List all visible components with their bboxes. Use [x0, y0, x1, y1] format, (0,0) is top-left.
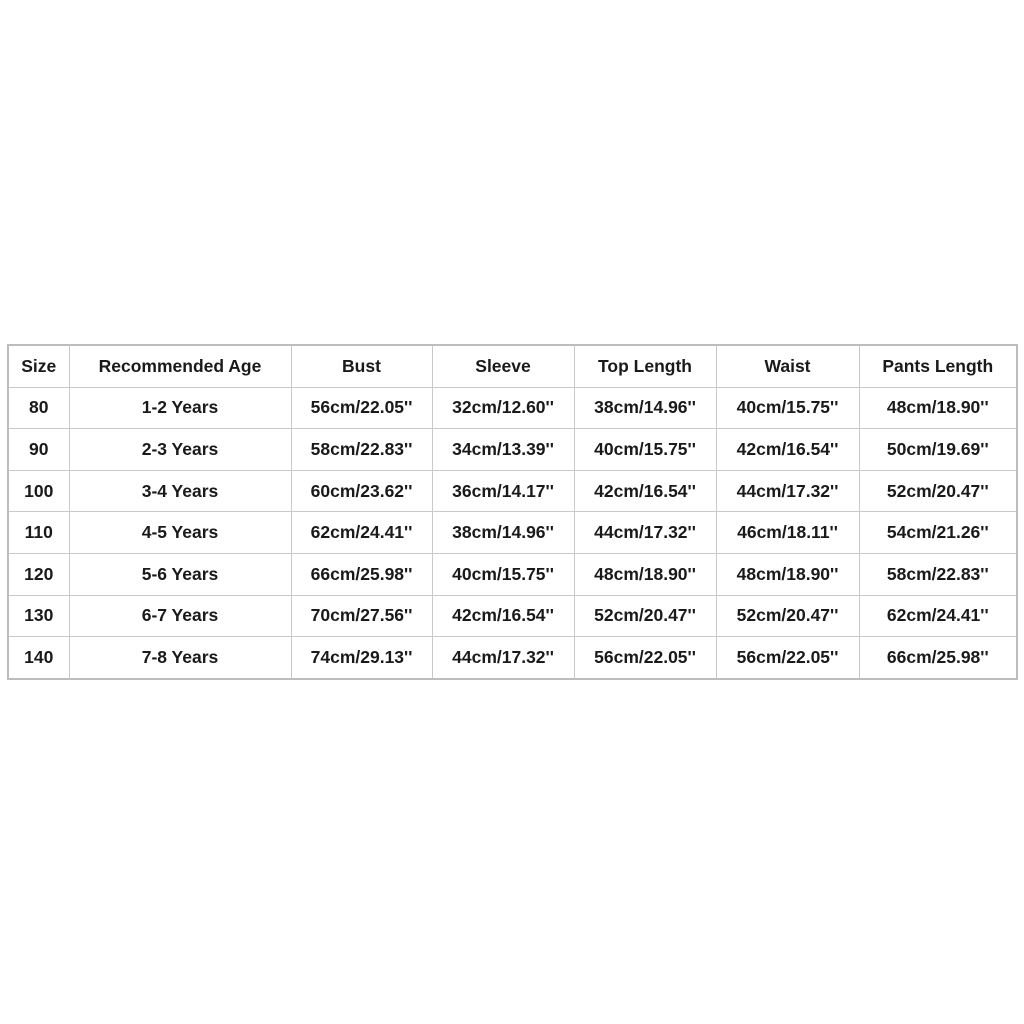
table-row: 130 6-7 Years 70cm/27.56'' 42cm/16.54'' 52cm…: [7, 594, 1018, 638]
table-cell-top-length: 42cm/16.54'': [573, 469, 717, 513]
table-cell-pants-length: 52cm/20.47'': [858, 469, 1018, 513]
column-header-size: Size: [7, 344, 70, 388]
table-cell-top-length: 38cm/14.96'': [573, 386, 717, 430]
table-cell-sleeve: 34cm/13.39'': [431, 428, 575, 471]
table-cell-waist: 42cm/16.54'': [715, 428, 860, 471]
table-cell-top-length: 52cm/20.47'': [573, 594, 717, 638]
table-cell-size: 100: [7, 469, 70, 513]
table-cell-sleeve: 42cm/16.54'': [431, 594, 575, 638]
column-header-sleeve: Sleeve: [431, 344, 575, 388]
column-header-pants-length: Pants Length: [858, 344, 1018, 388]
table-cell-size: 120: [7, 552, 70, 596]
table-row: 90 2-3 Years 58cm/22.83'' 34cm/13.39'' 40cm/…: [7, 428, 1018, 471]
table-cell-size: 130: [7, 594, 70, 638]
table-cell-waist: 44cm/17.32'': [715, 469, 860, 513]
table-header-row: Size Recommended Age Bust Sleeve Top Length W…: [7, 344, 1018, 388]
table-cell-recommended-age: 5-6 Years: [68, 552, 292, 596]
table-cell-bust: 70cm/27.56'': [290, 594, 433, 638]
table-cell-bust: 56cm/22.05'': [290, 386, 433, 430]
table-cell-pants-length: 54cm/21.26'': [858, 511, 1018, 554]
table-cell-size: 140: [7, 636, 70, 680]
table-cell-top-length: 40cm/15.75'': [573, 428, 717, 471]
table-row: 140 7-8 Years 74cm/29.13'' 44cm/17.32'' 56cm…: [7, 636, 1018, 680]
table-cell-recommended-age: 1-2 Years: [68, 386, 292, 430]
table-cell-sleeve: 40cm/15.75'': [431, 552, 575, 596]
table-cell-sleeve: 32cm/12.60'': [431, 386, 575, 430]
table-cell-bust: 62cm/24.41'': [290, 511, 433, 554]
column-header-waist: Waist: [715, 344, 860, 388]
table-cell-pants-length: 62cm/24.41'': [858, 594, 1018, 638]
table-cell-pants-length: 50cm/19.69'': [858, 428, 1018, 471]
table-cell-top-length: 44cm/17.32'': [573, 511, 717, 554]
table-cell-recommended-age: 3-4 Years: [68, 469, 292, 513]
column-header-recommended-age: Recommended Age: [68, 344, 292, 388]
table-cell-pants-length: 66cm/25.98'': [858, 636, 1018, 680]
table-cell-waist: 52cm/20.47'': [715, 594, 860, 638]
table-cell-waist: 56cm/22.05'': [715, 636, 860, 680]
table-cell-recommended-age: 6-7 Years: [68, 594, 292, 638]
table-cell-waist: 40cm/15.75'': [715, 386, 860, 430]
table-cell-sleeve: 38cm/14.96'': [431, 511, 575, 554]
table-cell-top-length: 56cm/22.05'': [573, 636, 717, 680]
table-cell-recommended-age: 2-3 Years: [68, 428, 292, 471]
table-cell-sleeve: 44cm/17.32'': [431, 636, 575, 680]
table-cell-bust: 74cm/29.13'': [290, 636, 433, 680]
table-cell-waist: 46cm/18.11'': [715, 511, 860, 554]
table-cell-bust: 60cm/23.62'': [290, 469, 433, 513]
table-cell-bust: 58cm/22.83'': [290, 428, 433, 471]
table-cell-sleeve: 36cm/14.17'': [431, 469, 575, 513]
table-cell-size: 80: [7, 386, 70, 430]
column-header-bust: Bust: [290, 344, 433, 388]
table-cell-size: 90: [7, 428, 70, 471]
table-row: 110 4-5 Years 62cm/24.41'' 38cm/14.96'' 44cm…: [7, 511, 1018, 554]
table-cell-waist: 48cm/18.90'': [715, 552, 860, 596]
table-row: 120 5-6 Years 66cm/25.98'' 40cm/15.75'' 48cm…: [7, 552, 1018, 596]
table-cell-bust: 66cm/25.98'': [290, 552, 433, 596]
table-cell-top-length: 48cm/18.90'': [573, 552, 717, 596]
size-chart-table: Size Recommended Age Bust Sleeve Top Length W…: [7, 344, 1018, 680]
column-header-top-length: Top Length: [573, 344, 717, 388]
table-row: 100 3-4 Years 60cm/23.62'' 36cm/14.17'' 42cm…: [7, 469, 1018, 513]
table-cell-size: 110: [7, 511, 70, 554]
table-cell-recommended-age: 7-8 Years: [68, 636, 292, 680]
table-cell-pants-length: 48cm/18.90'': [858, 386, 1018, 430]
table-row: 80 1-2 Years 56cm/22.05'' 32cm/12.60'' 38cm/…: [7, 386, 1018, 430]
table-cell-recommended-age: 4-5 Years: [68, 511, 292, 554]
table-cell-pants-length: 58cm/22.83'': [858, 552, 1018, 596]
